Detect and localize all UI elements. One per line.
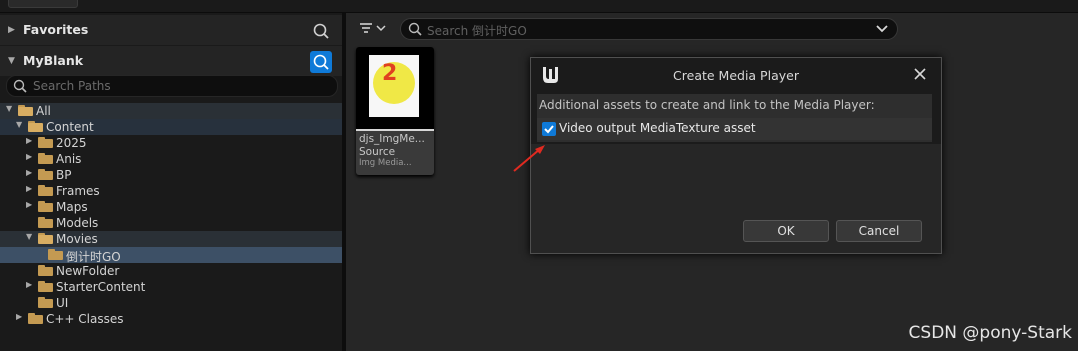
search-icon — [407, 21, 423, 40]
close-icon[interactable] — [913, 67, 927, 81]
folder-icon — [38, 137, 53, 148]
tree-label: All — [36, 104, 51, 118]
asset-name: djs_ImgMe... — [359, 133, 425, 145]
tree-label: Maps — [56, 200, 88, 214]
tree-row-models[interactable]: Models — [0, 215, 342, 231]
folder-icon — [38, 281, 53, 292]
tree-row-movies[interactable]: ▼ Movies — [0, 231, 342, 247]
tree-row-all[interactable]: ▼ All — [0, 103, 342, 119]
folder-icon — [38, 297, 53, 308]
asset-kind: Source — [359, 146, 396, 158]
favorites-header[interactable]: ▶ Favorites — [0, 15, 342, 45]
folder-icon — [48, 249, 63, 260]
favorites-search-button[interactable] — [310, 20, 332, 42]
project-title: MyBlank — [23, 53, 84, 68]
thumbnail-number: 2 — [382, 61, 398, 86]
filter-dropdown-button[interactable] — [358, 19, 390, 39]
search-paths-placeholder: Search Paths — [33, 79, 111, 93]
ok-button[interactable]: OK — [743, 220, 829, 242]
tree-row-content[interactable]: ▼ Content — [0, 119, 342, 135]
project-header[interactable]: ▼ MyBlank — [0, 46, 342, 76]
tree-label: C++ Classes — [46, 312, 124, 326]
tree-label: Movies — [56, 232, 98, 246]
collapsed-arrow-icon[interactable]: ▶ — [26, 152, 32, 161]
tree-label: Content — [46, 120, 94, 134]
folder-icon — [38, 153, 53, 164]
folder-icon — [38, 169, 53, 180]
tree-row-maps[interactable]: ▶ Maps — [0, 199, 342, 215]
favorites-title: Favorites — [23, 22, 89, 37]
dialog-info-text: Additional assets to create and link to … — [539, 98, 875, 112]
tree-label: UI — [56, 296, 69, 310]
dialog-title-bar[interactable]: Create Media Player — [531, 58, 941, 92]
tree-label: 2025 — [56, 136, 87, 150]
filter-icon — [360, 23, 386, 33]
tree-row-ui[interactable]: UI — [0, 295, 342, 311]
asset-search-input[interactable]: Search 倒计时GO — [400, 18, 898, 40]
search-paths-input[interactable]: Search Paths — [6, 75, 338, 97]
collapsed-arrow-icon[interactable]: ▶ — [26, 280, 32, 289]
annotation-arrow-icon — [513, 145, 545, 172]
cpp-folder-icon — [28, 313, 43, 324]
dialog-options: Additional assets to create and link to … — [537, 94, 932, 142]
checkbox-row[interactable]: Video output MediaTexture asset — [537, 118, 932, 140]
tree-label: Frames — [56, 184, 100, 198]
folder-icon — [38, 185, 53, 196]
search-icon — [313, 54, 329, 70]
collapsed-arrow-icon[interactable]: ▶ — [26, 184, 32, 193]
collapsed-arrow-icon: ▶ — [8, 25, 15, 35]
cancel-button[interactable]: Cancel — [836, 220, 922, 242]
tree-row-startercontent[interactable]: ▶ StarterContent — [0, 279, 342, 295]
tree-label: NewFolder — [56, 264, 120, 278]
folder-icon — [38, 217, 53, 228]
sources-panel: ▶ Favorites ▼ MyBlank Search Paths ▼ All… — [0, 13, 342, 351]
folder-icon — [38, 265, 53, 276]
expanded-arrow-icon: ▼ — [8, 56, 15, 66]
folder-open-icon — [28, 121, 43, 132]
tree-row-frames[interactable]: ▶ Frames — [0, 183, 342, 199]
tree-row-cpp-classes[interactable]: ▶ C++ Classes — [0, 311, 342, 327]
expanded-arrow-icon[interactable]: ▼ — [6, 104, 12, 113]
tree-row-countdown-go[interactable]: 倒计时GO — [0, 247, 342, 264]
collapsed-arrow-icon[interactable]: ▶ — [26, 200, 32, 209]
chevron-down-icon[interactable] — [875, 22, 889, 39]
folder-icon — [38, 201, 53, 212]
watermark: CSDN @pony-Stark — [908, 323, 1072, 343]
collapsed-arrow-icon[interactable]: ▶ — [26, 168, 32, 177]
create-media-player-dialog: Create Media Player Additional assets to… — [530, 57, 942, 254]
dialog-title: Create Media Player — [673, 68, 799, 83]
asset-search-placeholder: Search 倒计时GO — [427, 24, 527, 38]
tree-label: StarterContent — [56, 280, 146, 294]
tree-label: Anis — [56, 152, 82, 166]
tree-row-newfolder[interactable]: NewFolder — [0, 263, 342, 279]
expanded-arrow-icon[interactable]: ▼ — [26, 232, 32, 241]
video-output-checkbox[interactable] — [542, 122, 556, 136]
collapsed-arrow-icon[interactable]: ▶ — [26, 136, 32, 145]
tree-label: Models — [56, 216, 99, 230]
collapsed-arrow-icon[interactable]: ▶ — [16, 312, 22, 321]
toolbar-button[interactable] — [8, 0, 78, 8]
search-icon — [12, 78, 28, 97]
tree-row-bp[interactable]: ▶ BP — [0, 167, 342, 183]
tree-label: BP — [56, 168, 72, 182]
expanded-arrow-icon[interactable]: ▼ — [16, 120, 22, 129]
tree-row-2025[interactable]: ▶ 2025 — [0, 135, 342, 151]
top-toolbar-strip — [0, 0, 1078, 13]
checkbox-label: Video output MediaTexture asset — [559, 121, 756, 135]
tree-row-anis[interactable]: ▶ Anis — [0, 151, 342, 167]
asset-type: Img Media... — [359, 158, 412, 168]
folder-open-icon — [38, 233, 53, 244]
asset-thumbnail: 2 — [356, 47, 434, 131]
search-icon — [313, 23, 329, 39]
dialog-footer: OK Cancel — [531, 144, 941, 253]
folder-open-icon — [18, 105, 33, 116]
checkmark-icon — [544, 125, 554, 134]
asset-tile[interactable]: 2 djs_ImgMe... Source Img Media... — [356, 47, 434, 175]
project-search-button[interactable] — [310, 51, 332, 73]
